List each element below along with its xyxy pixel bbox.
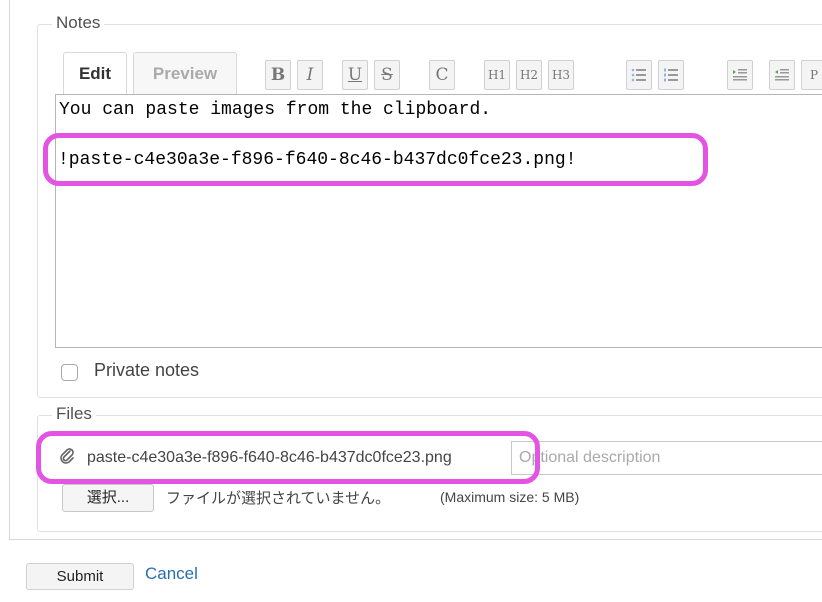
tab-edit[interactable]: Edit (63, 52, 127, 94)
heading1-button[interactable]: H1 (484, 60, 510, 90)
editor-line-1: You can paste images from the clipboard. (59, 100, 492, 120)
tab-preview[interactable]: Preview (133, 52, 237, 94)
strikethrough-button[interactable]: S (374, 60, 400, 90)
indent-button[interactable] (727, 60, 753, 90)
private-notes-label: Private notes (94, 360, 200, 380)
max-size-note: (Maximum size: 5 MB) (440, 489, 580, 505)
private-notes-checkbox[interactable] (61, 364, 78, 381)
choose-file-button[interactable]: 選択... (62, 484, 154, 512)
notes-legend: Notes (52, 13, 105, 33)
outdent-button[interactable] (769, 60, 795, 90)
numbered-list-button[interactable] (658, 60, 684, 90)
italic-button[interactable]: I (297, 60, 323, 90)
attachment-description-input[interactable] (511, 441, 822, 475)
numbered-list-icon (664, 68, 678, 82)
cancel-link[interactable]: Cancel (145, 564, 198, 584)
indent-icon (733, 69, 747, 81)
underline-button[interactable]: U (342, 60, 368, 90)
bold-button[interactable]: B (265, 60, 291, 90)
outdent-icon (775, 69, 789, 81)
highlight-pasted-image-markup (43, 133, 708, 186)
highlight-attachment (36, 431, 540, 484)
files-legend: Files (52, 404, 96, 424)
bullet-list-button[interactable] (626, 60, 652, 90)
inline-code-button[interactable]: C (429, 60, 455, 90)
heading2-button[interactable]: H2 (516, 60, 542, 90)
pre-button[interactable]: P (801, 60, 822, 90)
heading3-button[interactable]: H3 (548, 60, 574, 90)
no-file-selected-text: ファイルが選択されていません。 (166, 490, 391, 507)
bullet-list-icon (631, 68, 646, 82)
submit-button[interactable]: Submit (26, 563, 134, 590)
